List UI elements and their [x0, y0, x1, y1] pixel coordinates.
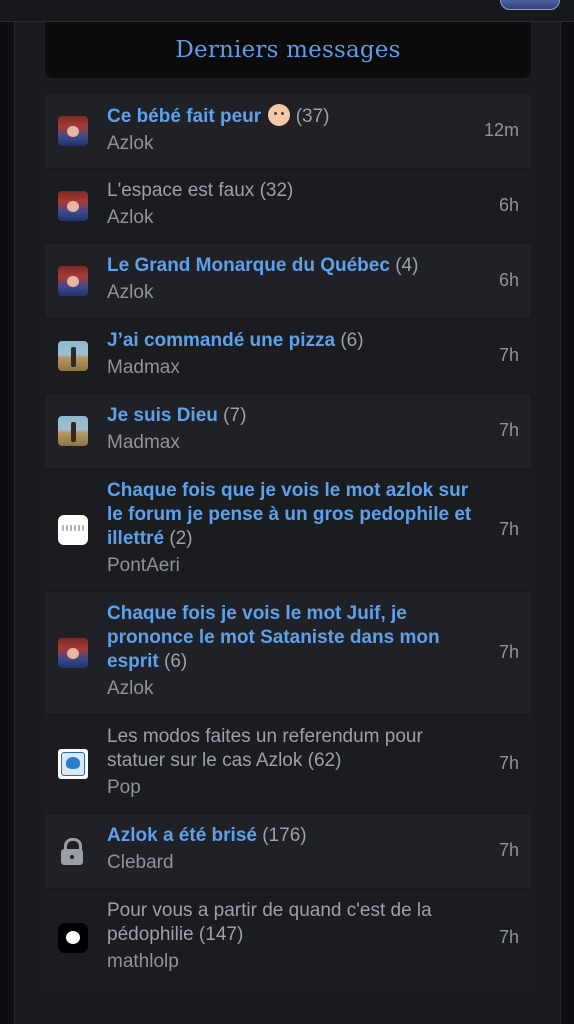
topic-row[interactable]: Chaque fois que je vois le mot azlok sur… [45, 469, 531, 592]
avatar[interactable] [58, 116, 88, 146]
topic-row[interactable]: Je suis Dieu (7) Madmax 7h [45, 394, 531, 469]
avatar[interactable] [58, 191, 88, 221]
author-name[interactable]: Madmax [107, 431, 477, 455]
avatar[interactable] [58, 638, 88, 668]
timestamp: 7h [498, 420, 519, 440]
topic-list: Ce bébé fait peur (37) Azlok 12m L'espac… [45, 94, 531, 988]
latest-messages-panel: Derniers messages Ce bébé fait peur (37)… [14, 22, 561, 1024]
reply-count: (4) [395, 255, 419, 276]
top-bar [0, 0, 574, 22]
topic-row[interactable]: Le Grand Monarque du Québec (4) Azlok 6h [45, 244, 531, 319]
reply-count: (62) [307, 750, 342, 771]
topic-row[interactable]: Pour vous a partir de quand c'est de la … [45, 889, 531, 988]
topic-title-link[interactable]: Chaque fois je vois le mot Juif, je pron… [107, 603, 440, 672]
topic-title-link[interactable]: Ce bébé fait peur [107, 106, 261, 127]
timestamp: 6h [498, 195, 519, 215]
topic-title-link[interactable]: Azlok a été brisé [107, 825, 257, 846]
avatar[interactable] [58, 416, 88, 446]
baby-emoji-icon [268, 104, 291, 126]
timestamp: 7h [498, 642, 519, 662]
topic-row[interactable]: L'espace est faux (32) Azlok 6h [45, 169, 531, 244]
author-name[interactable]: Clebard [107, 851, 477, 875]
topic-title-link[interactable]: Le Grand Monarque du Québec [107, 255, 390, 276]
author-name[interactable]: Madmax [107, 356, 477, 380]
timestamp: 12m [483, 120, 519, 140]
reply-count: (2) [169, 528, 193, 549]
author-name[interactable]: Azlok [107, 206, 477, 230]
reply-count: (147) [198, 924, 244, 945]
avatar[interactable] [58, 341, 88, 371]
topic-row[interactable]: Azlok a été brisé (176) Clebard 7h [45, 814, 531, 889]
avatar[interactable] [58, 749, 88, 779]
topic-title-link[interactable]: Les modos faites un referendum pour stat… [107, 726, 423, 771]
author-name[interactable]: Azlok [107, 281, 477, 305]
reply-count: (37) [295, 106, 330, 127]
panel-title: Derniers messages [175, 37, 401, 63]
avatar[interactable] [58, 515, 88, 545]
timestamp: 7h [498, 927, 519, 947]
author-name[interactable]: mathlolp [107, 950, 477, 974]
topic-title-link[interactable]: Je suis Dieu [107, 405, 218, 426]
topic-title-link[interactable]: Pour vous a partir de quand c'est de la … [107, 900, 432, 945]
avatar[interactable] [58, 923, 88, 953]
topic-title-link[interactable]: L'espace est faux [107, 180, 254, 201]
reply-count: (32) [259, 180, 294, 201]
topic-title-link[interactable]: J’ai commandé une pizza [107, 330, 335, 351]
lock-icon [59, 836, 85, 866]
user-avatar[interactable] [500, 0, 560, 10]
topic-row[interactable]: J’ai commandé une pizza (6) Madmax 7h [45, 319, 531, 394]
timestamp: 7h [498, 345, 519, 365]
reply-count: (6) [164, 651, 188, 672]
reply-count: (176) [262, 825, 307, 846]
timestamp: 7h [498, 519, 519, 539]
reply-count: (7) [223, 405, 247, 426]
author-name[interactable]: PontAeri [107, 554, 477, 578]
timestamp: 7h [498, 753, 519, 773]
avatar[interactable] [58, 266, 88, 296]
timestamp: 6h [498, 270, 519, 290]
author-name[interactable]: Pop [107, 776, 477, 800]
reply-count: (6) [340, 330, 364, 351]
topic-row[interactable]: Les modos faites un referendum pour stat… [45, 715, 531, 814]
topic-row[interactable]: Chaque fois je vois le mot Juif, je pron… [45, 592, 531, 715]
author-name[interactable]: Azlok [107, 677, 477, 701]
panel-header: Derniers messages [45, 22, 531, 78]
timestamp: 7h [498, 840, 519, 860]
topic-row[interactable]: Ce bébé fait peur (37) Azlok 12m [45, 94, 531, 169]
topic-title-link[interactable]: Chaque fois que je vois le mot azlok sur… [107, 480, 471, 549]
author-name[interactable]: Azlok [107, 132, 477, 156]
